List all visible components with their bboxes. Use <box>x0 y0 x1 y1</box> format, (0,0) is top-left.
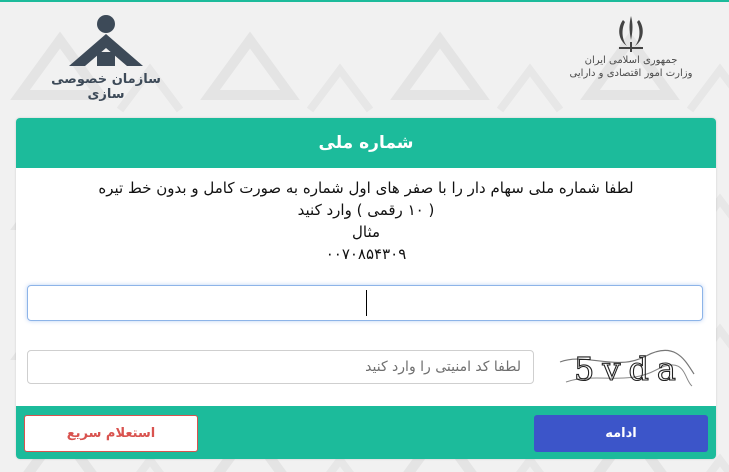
continue-button[interactable]: ادامه <box>534 415 708 452</box>
instruction-line-2: ( ۱۰ رقمی ) وارد کنید <box>297 201 435 219</box>
text-cursor <box>366 290 367 316</box>
privatization-emblem-icon <box>69 15 143 66</box>
instructions: لطفا شماره ملی سهام دار را با صفر های او… <box>16 177 716 265</box>
top-accent-border <box>0 0 729 2</box>
card-footer: استعلام سریع ادامه <box>16 406 716 459</box>
privatization-org-logo: سازمان خصوصی سازی <box>46 14 166 102</box>
captcha-image[interactable]: 5vda <box>556 342 696 392</box>
page-header: سازمان خصوصی سازی جمهوری اسلامی ایران وز… <box>0 0 729 112</box>
ministry-line-1: جمهوری اسلامی ایران <box>584 55 678 66</box>
org-name: سازمان خصوصی سازی <box>51 72 161 102</box>
example-label: مثال <box>351 223 381 241</box>
national-id-input[interactable] <box>27 285 703 321</box>
quick-inquiry-button[interactable]: استعلام سریع <box>24 415 198 452</box>
ministry-line-2: وزارت امور اقتصادی و دارایی <box>569 68 693 79</box>
iran-emblem-icon <box>619 16 643 52</box>
captcha-input[interactable] <box>27 350 534 384</box>
captcha-code: 5vda <box>574 350 684 388</box>
ministry-logo: جمهوری اسلامی ایران وزارت امور اقتصادی و… <box>566 14 696 94</box>
national-id-card: شماره ملی لطفا شماره ملی سهام دار را با … <box>16 118 716 459</box>
example-value: ۰۰۷۰۸۵۴۳۰۹ <box>325 245 407 263</box>
instruction-line-1: لطفا شماره ملی سهام دار را با صفر های او… <box>98 179 634 197</box>
card-title: شماره ملی <box>16 118 716 168</box>
